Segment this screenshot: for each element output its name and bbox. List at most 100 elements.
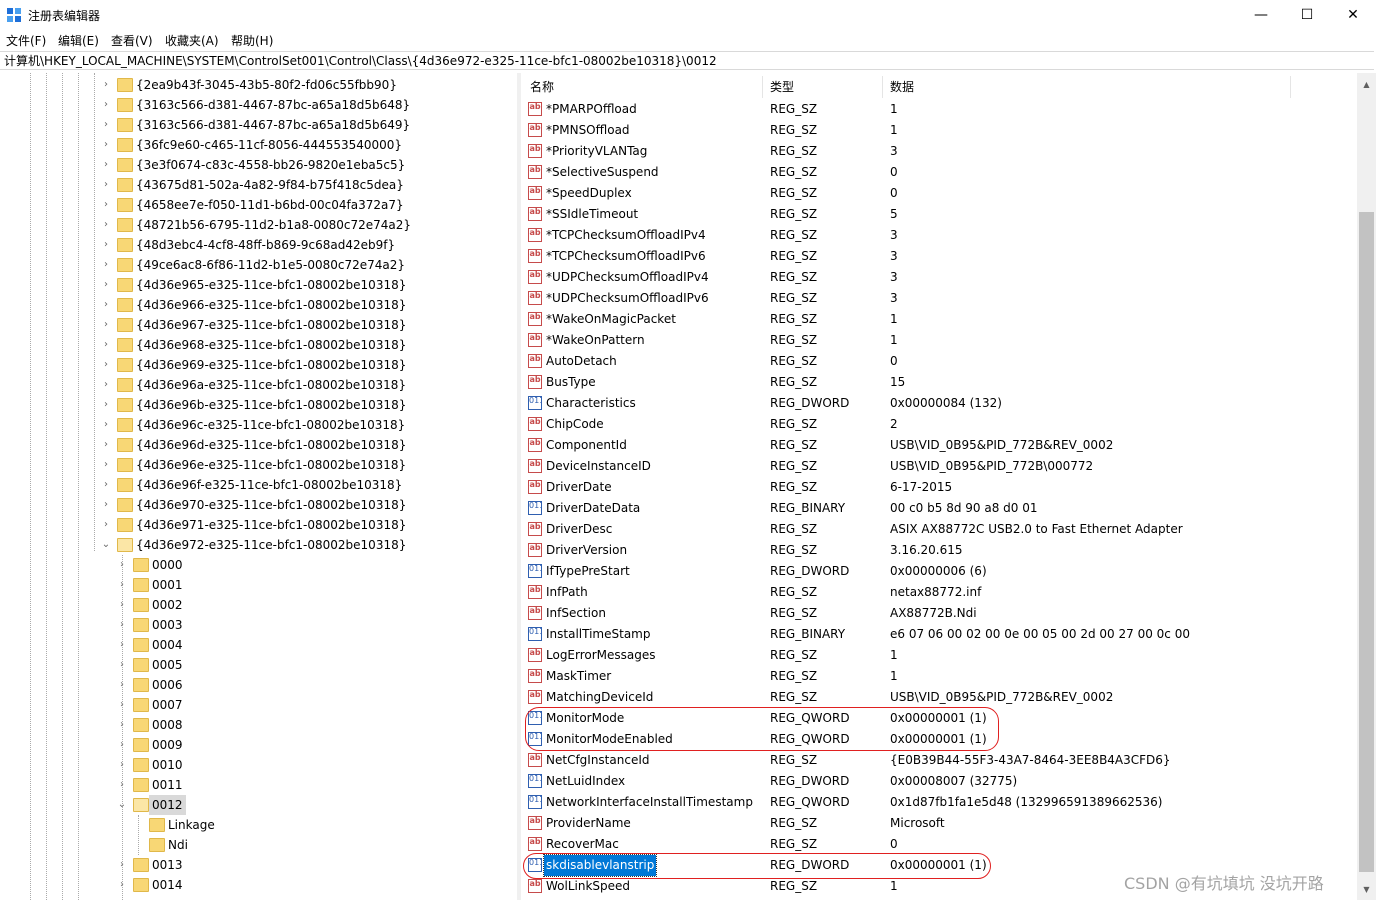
value-row[interactable]: 011 110 NetworkInterfaceInstallTimestamp R… (521, 792, 1356, 813)
expand-chevron-icon[interactable]: › (101, 335, 111, 355)
tree-item[interactable]: › 0007 (0, 695, 498, 715)
tree-item[interactable]: ⌄ {4d36e972-e325-11ce-bfc1-08002be10318} (0, 535, 498, 555)
tree-item[interactable]: › 0005 (0, 655, 498, 675)
value-row[interactable]: ab LogErrorMessages REG_SZ 1 (521, 645, 1356, 666)
values-scrollbar[interactable]: ▲ ▼ (1357, 73, 1376, 900)
tree-item[interactable]: › {4d36e96f-e325-11ce-bfc1-08002be10318} (0, 475, 498, 495)
menu-view[interactable]: 查看(V) (111, 32, 153, 49)
tree-item[interactable]: › {49ce6ac8-6f86-11d2-b1e5-0080c72e74a2} (0, 255, 498, 275)
minimize-button[interactable]: — (1238, 0, 1284, 30)
address-bar[interactable]: 计算机\HKEY_LOCAL_MACHINE\SYSTEM\ControlSet… (0, 51, 1374, 70)
expand-chevron-icon[interactable]: › (101, 455, 111, 475)
value-row[interactable]: ab RecoverMac REG_SZ 0 (521, 834, 1356, 855)
expand-chevron-icon[interactable]: › (101, 155, 111, 175)
value-row[interactable]: ab *PriorityVLANTag REG_SZ 3 (521, 141, 1356, 162)
expand-chevron-icon[interactable]: › (101, 215, 111, 235)
scroll-down-arrow-icon[interactable]: ▼ (1358, 881, 1375, 898)
value-row[interactable]: ab *SSIdleTimeout REG_SZ 5 (521, 204, 1356, 225)
column-header-type[interactable]: 类型 (770, 76, 794, 98)
value-row[interactable]: ab MaskTimer REG_SZ 1 (521, 666, 1356, 687)
expand-chevron-icon[interactable]: › (101, 475, 111, 495)
expand-chevron-icon[interactable]: › (101, 255, 111, 275)
tree-item-selected[interactable]: ⌄ 0012 (0, 795, 498, 815)
value-row[interactable]: ab *TCPChecksumOffloadIPv6 REG_SZ 3 (521, 246, 1356, 267)
tree-item[interactable]: › {3e3f0674-c83c-4558-bb26-9820e1eba5c5} (0, 155, 498, 175)
expand-chevron-icon[interactable]: › (101, 315, 111, 335)
value-row[interactable]: ab BusType REG_SZ 15 (521, 372, 1356, 393)
tree-item[interactable]: › 0000 (0, 555, 498, 575)
expand-chevron-icon[interactable]: › (101, 135, 111, 155)
value-row[interactable]: 011 110 IfTypePreStart REG_DWORD 0x00000006… (521, 561, 1356, 582)
value-row[interactable]: ab *WakeOnMagicPacket REG_SZ 1 (521, 309, 1356, 330)
maximize-button[interactable]: ☐ (1284, 0, 1330, 30)
tree-item[interactable]: › {4d36e96a-e325-11ce-bfc1-08002be10318} (0, 375, 498, 395)
tree-item[interactable]: › {48d3ebc4-4cf8-48ff-b869-9c68ad42eb9f} (0, 235, 498, 255)
tree-item[interactable]: › 0002 (0, 595, 498, 615)
value-row[interactable]: ab ProviderName REG_SZ Microsoft (521, 813, 1356, 834)
values-scroll-thumb[interactable] (1359, 212, 1374, 872)
value-row[interactable]: ab *SpeedDuplex REG_SZ 0 (521, 183, 1356, 204)
expand-chevron-icon[interactable]: › (101, 355, 111, 375)
expand-chevron-icon[interactable]: › (101, 95, 111, 115)
column-divider[interactable] (762, 76, 763, 98)
scroll-up-arrow-icon[interactable]: ▲ (1358, 76, 1375, 93)
value-row[interactable]: 011 110 DriverDateData REG_BINARY 00 c0 b5 … (521, 498, 1356, 519)
tree-item[interactable]: › {4d36e96b-e325-11ce-bfc1-08002be10318} (0, 395, 498, 415)
tree-item[interactable]: › 0008 (0, 715, 498, 735)
value-row[interactable]: ab *TCPChecksumOffloadIPv4 REG_SZ 3 (521, 225, 1356, 246)
tree-item[interactable]: › 0004 (0, 635, 498, 655)
expand-chevron-icon[interactable]: › (101, 515, 111, 535)
menu-file[interactable]: 文件(F) (6, 32, 46, 49)
close-button[interactable]: ✕ (1330, 0, 1376, 30)
value-row[interactable]: 011 110 InstallTimeStamp REG_BINARY e6 07 0… (521, 624, 1356, 645)
tree-item[interactable]: › {4d36e96c-e325-11ce-bfc1-08002be10318} (0, 415, 498, 435)
tree-item[interactable]: › 0006 (0, 675, 498, 695)
expand-chevron-icon[interactable]: › (101, 75, 111, 95)
tree-item[interactable]: › 0014 (0, 875, 498, 895)
value-row[interactable]: ab *PMNSOffload REG_SZ 1 (521, 120, 1356, 141)
expand-chevron-icon[interactable]: › (101, 295, 111, 315)
value-row[interactable]: ab NetCfgInstanceId REG_SZ {E0B39B44-55F3-4… (521, 750, 1356, 771)
tree-item[interactable]: › {3163c566-d381-4467-87bc-a65a18d5b648} (0, 95, 498, 115)
tree-item[interactable]: Ndi (0, 835, 498, 855)
value-row[interactable]: ab MatchingDeviceId REG_SZ USB\VID_0B95&PID… (521, 687, 1356, 708)
expand-chevron-icon[interactable]: › (101, 235, 111, 255)
expand-chevron-icon[interactable]: › (101, 115, 111, 135)
tree-item[interactable]: › {4d36e96e-e325-11ce-bfc1-08002be10318} (0, 455, 498, 475)
tree-item[interactable]: › {4d36e969-e325-11ce-bfc1-08002be10318} (0, 355, 498, 375)
value-row[interactable]: ab DriverDate REG_SZ 6-17-2015 (521, 477, 1356, 498)
tree-item[interactable]: › {4d36e967-e325-11ce-bfc1-08002be10318} (0, 315, 498, 335)
value-row[interactable]: ab InfSection REG_SZ AX88772B.Ndi (521, 603, 1356, 624)
expand-chevron-icon[interactable]: › (101, 375, 111, 395)
tree-item[interactable]: › {2ea9b43f-3045-43b5-80f2-fd06c55fbb90} (0, 75, 498, 95)
value-row[interactable]: ab *UDPChecksumOffloadIPv4 REG_SZ 3 (521, 267, 1356, 288)
tree-item[interactable]: › {43675d81-502a-4a82-9f84-b75f418c5dea} (0, 175, 498, 195)
tree-item[interactable]: › {4658ee7e-f050-11d1-b6bd-00c04fa372a7} (0, 195, 498, 215)
key-tree[interactable]: › {2ea9b43f-3045-43b5-80f2-fd06c55fbb90} ›… (0, 73, 500, 900)
expand-chevron-icon[interactable]: › (101, 175, 111, 195)
collapse-chevron-icon[interactable]: ⌄ (101, 535, 111, 555)
column-header-data[interactable]: 数据 (890, 76, 914, 98)
tree-item[interactable]: › 0010 (0, 755, 498, 775)
value-row[interactable]: ab *PMARPOffload REG_SZ 1 (521, 99, 1356, 120)
value-row[interactable]: 011 110 Characteristics REG_DWORD 0x0000008… (521, 393, 1356, 414)
value-row[interactable]: ab InfPath REG_SZ netax88772.inf (521, 582, 1356, 603)
menu-help[interactable]: 帮助(H) (231, 32, 273, 49)
expand-chevron-icon[interactable]: › (101, 195, 111, 215)
value-row[interactable]: ab *UDPChecksumOffloadIPv6 REG_SZ 3 (521, 288, 1356, 309)
tree-item[interactable]: › 0003 (0, 615, 498, 635)
value-row[interactable]: 011 110 NetLuidIndex REG_DWORD 0x00008007 (… (521, 771, 1356, 792)
tree-item[interactable]: › 0009 (0, 735, 498, 755)
expand-chevron-icon[interactable]: › (101, 415, 111, 435)
value-row[interactable]: ab DriverVersion REG_SZ 3.16.20.615 (521, 540, 1356, 561)
value-row[interactable]: ab DriverDesc REG_SZ ASIX AX88772C USB2.0 t… (521, 519, 1356, 540)
expand-chevron-icon[interactable]: › (101, 395, 111, 415)
tree-item[interactable]: › 0011 (0, 775, 498, 795)
column-divider[interactable] (1290, 76, 1291, 98)
value-row[interactable]: ab ChipCode REG_SZ 2 (521, 414, 1356, 435)
tree-item[interactable]: › {3163c566-d381-4467-87bc-a65a18d5b649} (0, 115, 498, 135)
tree-item[interactable]: › 0001 (0, 575, 498, 595)
tree-item[interactable]: › {4d36e966-e325-11ce-bfc1-08002be10318} (0, 295, 498, 315)
tree-item[interactable]: › {36fc9e60-c465-11cf-8056-444553540000} (0, 135, 498, 155)
tree-item[interactable]: › 0013 (0, 855, 498, 875)
